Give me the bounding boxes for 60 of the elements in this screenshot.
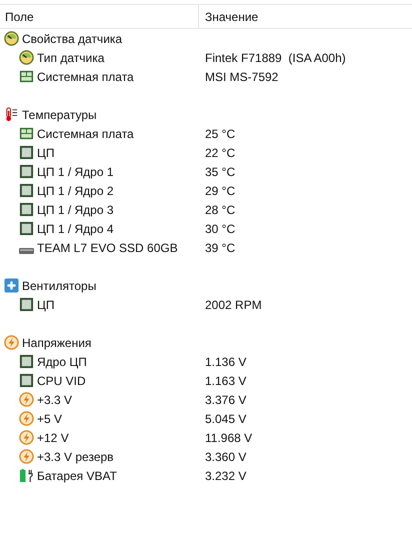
sensor-value: 5.045 V xyxy=(205,410,246,428)
group-title[interactable]: Вентиляторы xyxy=(22,276,96,294)
sensor-name: TEAM L7 EVO SSD 60GB xyxy=(37,240,178,256)
chip-icon xyxy=(19,297,34,312)
sensor-value: MSI MS-7592 xyxy=(205,68,278,86)
sensor-name: +3.3 V резерв xyxy=(37,448,114,466)
chip-icon xyxy=(19,145,34,160)
sensor-name: +5 V xyxy=(37,410,62,428)
sensor-value: 1.163 V xyxy=(205,372,246,390)
sensor-value: 1.136 V xyxy=(205,354,246,370)
sensor-value: 3.376 V xyxy=(205,392,246,408)
sensor-value: 3.360 V xyxy=(205,448,246,466)
sensor-name: CPU VID xyxy=(37,372,86,390)
thermometer-icon xyxy=(4,107,19,122)
lightning-icon xyxy=(19,449,34,464)
column-header-cell[interactable]: Поле xyxy=(0,5,199,28)
sensor-name: ЦП xyxy=(37,296,55,314)
column-header-cell[interactable]: Значение xyxy=(199,5,412,28)
sensor-value: 29 °C xyxy=(205,182,236,200)
sensor-name: Системная плата xyxy=(37,68,134,86)
sensor-value: 3.232 V xyxy=(205,468,246,484)
sensor-name: ЦП 1 / Ядро 4 xyxy=(37,220,114,238)
lightning-icon xyxy=(19,430,34,445)
gauge-icon xyxy=(19,50,34,65)
sensor-value: Fintek F71889 (ISA A00h) xyxy=(205,50,346,66)
chip-icon xyxy=(19,164,34,179)
lightning-icon xyxy=(19,411,34,426)
sensor-value: 35 °C xyxy=(205,164,236,180)
lightning-icon xyxy=(19,392,34,407)
sensor-name: ЦП 1 / Ядро 2 xyxy=(37,182,114,200)
sensor-value: 25 °C xyxy=(205,126,236,142)
group-title[interactable]: Температуры xyxy=(22,106,97,124)
lightning-icon xyxy=(4,335,19,350)
chip-icon xyxy=(19,354,34,369)
sensor-value: 30 °C xyxy=(205,220,236,238)
sensor-value: 22 °C xyxy=(205,144,236,162)
sensor-name: Тип датчика xyxy=(37,50,104,66)
sensor-value: 39 °C xyxy=(205,240,236,256)
chip-icon xyxy=(19,373,34,388)
motherboard-icon xyxy=(19,69,34,84)
sensor-value: 11.968 V xyxy=(205,430,252,446)
sensor-value: 28 °C xyxy=(205,202,236,218)
sensor-name: +3.3 V xyxy=(37,392,72,408)
group-title[interactable]: Свойства датчика xyxy=(22,30,122,48)
chip-icon xyxy=(19,221,34,236)
group-title[interactable]: Напряжения xyxy=(22,334,92,352)
chip-icon xyxy=(19,183,34,198)
drive-icon xyxy=(19,248,34,254)
sensor-name: Системная плата xyxy=(37,126,134,142)
sensor-name: +12 V xyxy=(37,430,69,446)
sensor-name: Ядро ЦП xyxy=(37,354,87,370)
sensor-name: ЦП 1 / Ядро 1 xyxy=(37,164,114,180)
sensor-name: Батарея VBAT xyxy=(37,468,117,484)
motherboard-icon xyxy=(19,126,34,141)
gauge-icon xyxy=(4,31,19,46)
sensor-name: ЦП xyxy=(37,144,55,162)
sensor-value: 2002 RPM xyxy=(205,296,262,314)
sensor-name: ЦП 1 / Ядро 3 xyxy=(37,202,114,218)
chip-icon xyxy=(19,202,34,217)
battery-icon xyxy=(19,468,34,483)
